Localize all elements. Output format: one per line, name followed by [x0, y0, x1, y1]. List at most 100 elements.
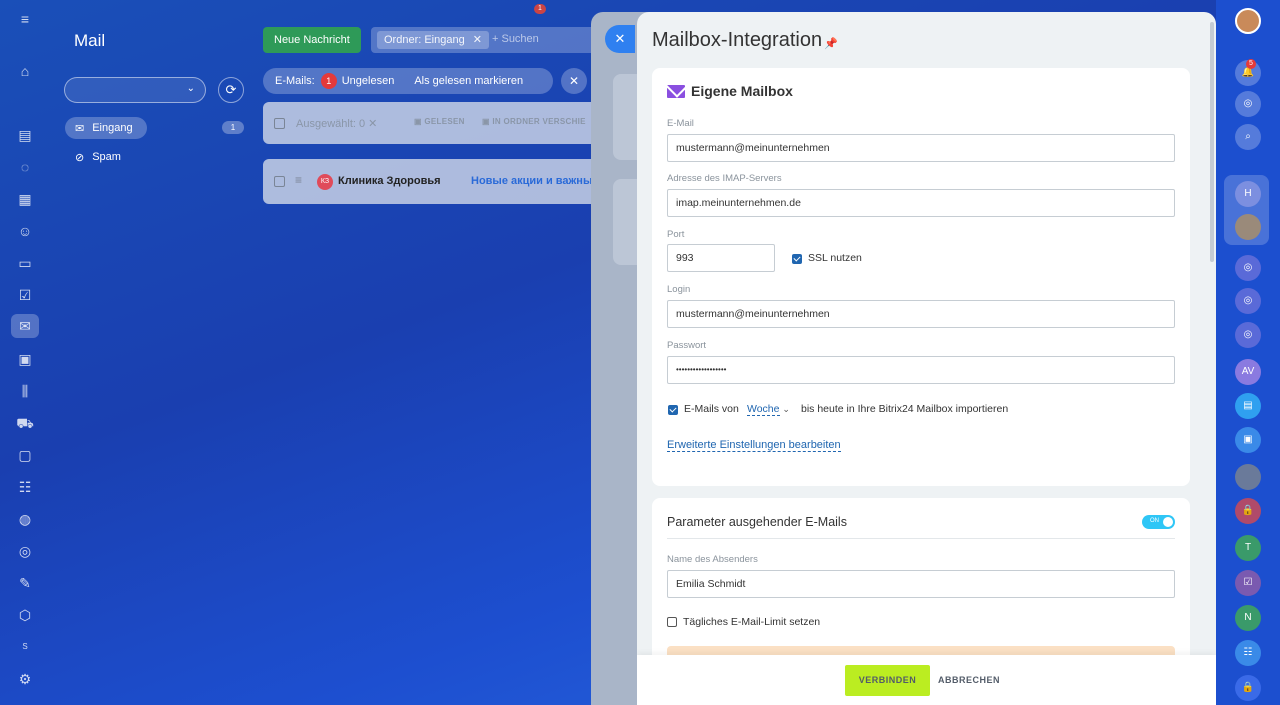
- board-icon[interactable]: ▣: [16, 350, 34, 368]
- unread-filter-link[interactable]: Ungelesen: [342, 75, 395, 87]
- analytics-icon[interactable]: ⫼: [16, 382, 34, 400]
- filter-search-box[interactable]: Ordner: Eingang ✕ + Suchen: [371, 27, 611, 53]
- sender-name-field[interactable]: Emilia Schmidt: [667, 570, 1175, 598]
- select-all-checkbox[interactable]: [274, 118, 285, 129]
- avatar: КЗ: [317, 174, 333, 190]
- chat-icon[interactable]: ◎: [1235, 255, 1261, 281]
- sender-name-label: Name des Absenders: [667, 554, 758, 565]
- drag-handle-icon[interactable]: ≡: [295, 173, 302, 187]
- folder-label: Eingang: [92, 122, 133, 134]
- search-input[interactable]: + Suchen: [492, 33, 539, 45]
- settings-icon[interactable]: ⚙: [16, 670, 34, 688]
- import-period-dropdown[interactable]: Woche ⌄: [747, 403, 790, 416]
- connect-button[interactable]: VERBINDEN: [845, 665, 930, 696]
- block-icon: ⊘: [75, 151, 85, 164]
- copilot-icon[interactable]: ◎: [1235, 91, 1261, 117]
- refresh-icon[interactable]: ⟳: [218, 77, 244, 103]
- chat-icon[interactable]: ◌: [16, 158, 34, 176]
- tasks-icon[interactable]: ☑: [1235, 570, 1261, 596]
- chat-avatar[interactable]: N: [1235, 605, 1261, 631]
- advanced-settings-link[interactable]: Erweiterte Einstellungen bearbeiten: [667, 439, 841, 452]
- mark-read-link[interactable]: Als gelesen markieren: [414, 75, 523, 87]
- chat-avatar[interactable]: [1235, 464, 1261, 490]
- chat-avatar[interactable]: AV: [1235, 359, 1261, 385]
- chat-avatar[interactable]: [1235, 214, 1261, 240]
- automation-icon[interactable]: ◍: [16, 510, 34, 528]
- outgoing-toggle[interactable]: ON: [1142, 515, 1175, 529]
- folder-filter-chip[interactable]: Ordner: Eingang ✕: [377, 31, 489, 49]
- inbox-count-badge: 1: [222, 121, 244, 134]
- password-field[interactable]: ••••••••••••••••••: [667, 356, 1175, 384]
- folder-item-inbox[interactable]: ✉ Eingang: [65, 117, 147, 139]
- search-icon[interactable]: ⌕: [1235, 124, 1261, 150]
- mail-icon[interactable]: ✉: [11, 314, 39, 338]
- row-sender: Клиника Здоровья: [338, 175, 441, 187]
- group-icon[interactable]: ☷: [1235, 640, 1261, 666]
- daily-limit-checkbox[interactable]: [667, 617, 677, 627]
- table-row[interactable]: ≡ КЗ Клиника Здоровья Новые акции и важн…: [263, 159, 603, 204]
- menu-icon[interactable]: ≡: [16, 10, 34, 28]
- import-checkbox[interactable]: [668, 405, 678, 415]
- contact-card-icon[interactable]: ▣: [1235, 427, 1261, 453]
- remove-filter-icon[interactable]: ✕: [473, 34, 482, 46]
- small-letter-avatar[interactable]: S: [16, 638, 34, 656]
- home-icon[interactable]: ⌂: [16, 62, 34, 80]
- chevron-down-icon: ⌄: [782, 404, 790, 414]
- selected-count: Ausgewählt: 0 ✕: [296, 118, 378, 130]
- filter-chip-label: Ordner: Eingang: [384, 34, 465, 46]
- password-label: Passwort: [667, 340, 707, 351]
- mailbox-select[interactable]: ⌄: [64, 77, 206, 103]
- chat-icon[interactable]: ▤: [1235, 393, 1261, 419]
- cancel-button[interactable]: ABBRECHEN: [938, 665, 1000, 696]
- imap-label: Adresse des IMAP-Servers: [667, 173, 782, 184]
- folder-item-spam[interactable]: ⊘ Spam: [65, 146, 131, 168]
- lock-icon[interactable]: 🔒: [1235, 675, 1261, 701]
- chevron-down-icon: ⌄: [186, 83, 195, 94]
- new-message-button[interactable]: Neue Nachricht: [263, 27, 361, 53]
- feed-icon[interactable]: ▤: [16, 126, 34, 144]
- close-icon[interactable]: ✕: [605, 25, 635, 53]
- port-field[interactable]: 993: [667, 244, 775, 272]
- chat-icon[interactable]: ◎: [1235, 322, 1261, 348]
- integrations-icon[interactable]: ⬡: [16, 606, 34, 624]
- chat-avatar[interactable]: T: [1235, 535, 1261, 561]
- documents-icon[interactable]: ▭: [16, 254, 34, 272]
- calendar-icon[interactable]: ▦: [16, 190, 34, 208]
- goals-icon[interactable]: ◎: [16, 542, 34, 560]
- divider: [667, 538, 1175, 539]
- timeline-icon[interactable]: ☷: [16, 478, 34, 496]
- email-field[interactable]: mustermann@meinunternehmen: [667, 134, 1175, 162]
- folder-label: Spam: [92, 151, 121, 163]
- mark-read-action[interactable]: ▣ GELESEN: [414, 117, 465, 126]
- forms-icon[interactable]: ✎: [16, 574, 34, 592]
- tasks-icon[interactable]: ☑: [16, 286, 34, 304]
- daily-limit-label: Tägliches E-Mail-Limit setzen: [683, 616, 821, 628]
- clear-filter-icon[interactable]: ✕: [561, 68, 587, 94]
- import-suffix: bis heute in Ihre Bitrix24 Mailbox impor…: [801, 403, 1009, 415]
- port-label: Port: [667, 229, 685, 240]
- top-notification-badge: 1: [534, 4, 546, 14]
- row-checkbox[interactable]: [274, 176, 285, 187]
- cart-icon[interactable]: ⛟: [16, 414, 34, 432]
- chat-avatar[interactable]: H: [1235, 181, 1261, 207]
- ssl-checkbox[interactable]: [792, 254, 802, 264]
- unread-badge: 1: [320, 73, 337, 89]
- login-field[interactable]: mustermann@meinunternehmen: [667, 300, 1175, 328]
- imap-server-field[interactable]: imap.meinunternehmen.de: [667, 189, 1175, 217]
- notification-badge: 5: [1246, 59, 1256, 69]
- ssl-label: SSL nutzen: [808, 252, 862, 264]
- scrollbar[interactable]: [1210, 22, 1214, 262]
- contacts-icon[interactable]: ☺: [16, 222, 34, 240]
- section-header: Eigene Mailbox: [667, 83, 793, 99]
- section-title: Eigene Mailbox: [691, 83, 793, 99]
- row-subject[interactable]: Новые акции и важные: [471, 175, 598, 187]
- user-avatar[interactable]: [1235, 8, 1261, 34]
- left-navigation-rail: ≡ ⌂ ▤ ◌ ▦ ☺ ▭ ☑ ✉ ▣ ⫼ ⛟ ▢ ☷ ◍ ◎ ✎ ⬡ S ⚙: [0, 0, 50, 705]
- pin-icon[interactable]: 📌: [824, 37, 838, 50]
- contact-center-icon[interactable]: ▢: [16, 446, 34, 464]
- chat-icon[interactable]: ◎: [1235, 288, 1261, 314]
- envelope-icon: ✉: [75, 122, 85, 135]
- move-to-folder-action[interactable]: ▣ IN ORDNER VERSCHIE: [482, 117, 586, 126]
- lock-icon[interactable]: 🔒: [1235, 498, 1261, 524]
- counter-label: E-Mails:: [275, 75, 315, 87]
